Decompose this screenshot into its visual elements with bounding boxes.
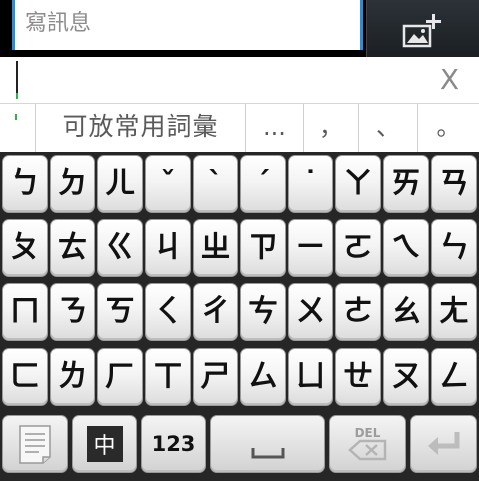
enter-icon <box>427 432 459 455</box>
candidate-item[interactable]: 。 <box>417 104 479 152</box>
settings-key[interactable] <box>2 415 68 473</box>
candidate-item[interactable]: ， <box>303 104 358 152</box>
mode-label: 中 <box>86 426 123 462</box>
key[interactable]: ㄗ <box>240 219 286 277</box>
delete-key[interactable]: DEL <box>329 415 406 473</box>
key[interactable]: ㄨ <box>288 283 333 341</box>
space-bar-icon <box>251 448 284 459</box>
composing-area[interactable]: X <box>0 57 479 103</box>
key[interactable]: ㄐ <box>145 219 191 277</box>
key[interactable]: ㄢ <box>431 155 477 213</box>
key[interactable]: ㄆ <box>2 219 48 277</box>
key[interactable]: ㄔ <box>193 283 238 341</box>
zhuyin-keyboard: ㄅ ㄉ ㄦ ˇ ˋ ˊ ˙ ㄚ ㄞ ㄢ ㄆ ㄊ ㄍ ㄐ ㄓ ㄗ ㄧ ㄛ ㄟ ㄣ … <box>0 152 479 481</box>
key[interactable]: ㄩ <box>288 348 333 406</box>
key[interactable]: ㄈ <box>2 348 48 406</box>
key[interactable]: ˊ <box>240 155 286 213</box>
key[interactable]: ㄋ <box>50 283 95 341</box>
compose-bar <box>0 0 479 57</box>
key[interactable]: ㄣ <box>431 219 477 277</box>
key[interactable]: ㄚ <box>335 155 381 213</box>
key[interactable]: ㄠ <box>383 283 429 341</box>
key[interactable]: ㄜ <box>335 283 381 341</box>
input-mode-key[interactable]: 中 <box>72 415 137 473</box>
key[interactable]: ㄌ <box>50 348 95 406</box>
candidate-item[interactable]: 、 <box>358 104 417 152</box>
backspace-icon <box>347 439 386 461</box>
key[interactable]: ㄙ <box>240 348 286 406</box>
enter-key[interactable] <box>410 415 477 473</box>
key[interactable]: ˙ <box>288 155 333 213</box>
candidate-item[interactable]: ... <box>245 104 303 152</box>
key[interactable]: ㄘ <box>240 283 286 341</box>
key[interactable]: ㄥ <box>431 348 477 406</box>
candidate-row: 可放常用詞彙 ... ， 、 。 <box>0 103 479 152</box>
key[interactable]: ㄧ <box>288 219 333 277</box>
message-input[interactable] <box>25 6 345 40</box>
key[interactable]: ㄕ <box>193 348 238 406</box>
key[interactable]: ㄤ <box>431 283 477 341</box>
key[interactable]: ㄡ <box>383 348 429 406</box>
candidate-indicator <box>15 114 17 120</box>
notepad-icon <box>19 425 51 464</box>
key[interactable]: ˋ <box>193 155 238 213</box>
candidate-item[interactable]: 可放常用詞彙 <box>35 104 245 152</box>
numbers-label: 123 <box>151 432 196 456</box>
key[interactable]: ㄒ <box>145 348 191 406</box>
key[interactable]: ㄎ <box>97 283 143 341</box>
key[interactable]: ㄟ <box>383 219 429 277</box>
image-add-icon <box>402 14 441 48</box>
key[interactable]: ㄓ <box>193 219 238 277</box>
key[interactable]: ㄉ <box>50 155 95 213</box>
candidate-panel: X 可放常用詞彙 ... ， 、 。 <box>0 57 479 152</box>
key[interactable]: ㄝ <box>335 348 381 406</box>
space-key[interactable] <box>210 415 325 473</box>
key[interactable]: ㄛ <box>335 219 381 277</box>
key[interactable]: ˇ <box>145 155 191 213</box>
key[interactable]: ㄞ <box>383 155 429 213</box>
message-box[interactable] <box>12 0 363 50</box>
key[interactable]: ㄏ <box>97 348 143 406</box>
key[interactable]: ㄍ <box>97 219 143 277</box>
key[interactable]: ㄑ <box>145 283 191 341</box>
key[interactable]: ㄦ <box>97 155 143 213</box>
key[interactable]: ㄊ <box>50 219 95 277</box>
numbers-key[interactable]: 123 <box>141 415 206 473</box>
attach-media-button[interactable] <box>366 0 479 57</box>
key[interactable]: ㄇ <box>2 283 48 341</box>
key[interactable]: ㄅ <box>2 155 48 213</box>
delete-label: DEL <box>354 426 381 440</box>
composing-indicator <box>16 93 18 99</box>
close-candidates-button[interactable]: X <box>440 61 459 99</box>
